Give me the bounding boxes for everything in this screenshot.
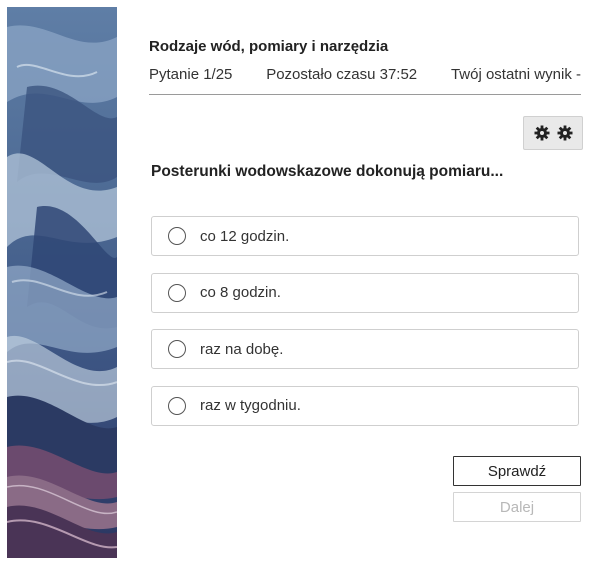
answer-list: co 12 godzin. co 8 godzin. raz na dobę. … bbox=[151, 216, 579, 442]
radio-button[interactable] bbox=[168, 227, 186, 245]
answer-label: raz na dobę. bbox=[200, 340, 284, 358]
settings-button[interactable] bbox=[523, 116, 583, 150]
quiz-title: Rodzaje wód, pomiary i narzędzia bbox=[149, 38, 389, 55]
quiz-meta-row: Pytanie 1/25 Pozostało czasu 37:52 Twój … bbox=[149, 62, 581, 95]
decorative-side-image bbox=[7, 7, 117, 558]
next-button: Dalej bbox=[453, 492, 581, 522]
answer-option[interactable]: raz na dobę. bbox=[151, 329, 579, 369]
radio-button[interactable] bbox=[168, 283, 186, 302]
answer-option[interactable]: raz w tygodniu. bbox=[151, 385, 579, 426]
answer-option[interactable]: co 8 godzin. bbox=[151, 272, 579, 313]
time-remaining: Pozostało czasu 37:52 bbox=[266, 66, 418, 83]
answer-label: co 12 godzin. bbox=[200, 227, 290, 245]
question-counter: Pytanie 1/25 bbox=[149, 66, 233, 83]
check-button[interactable]: Sprawdź bbox=[453, 456, 581, 486]
radio-button[interactable] bbox=[168, 396, 186, 415]
question-text: Posterunki wodowskazowe dokonują pomiaru… bbox=[151, 163, 504, 180]
answer-option[interactable]: co 12 godzin. bbox=[151, 216, 579, 256]
gear-icon bbox=[557, 125, 572, 141]
answer-label: raz w tygodniu. bbox=[200, 397, 301, 414]
quiz-header: Rodzaje wód, pomiary i narzędzia Pytanie… bbox=[149, 36, 581, 95]
gear-icon bbox=[534, 125, 549, 141]
answer-label: co 8 godzin. bbox=[200, 284, 281, 301]
radio-button[interactable] bbox=[168, 340, 186, 358]
last-score: Twój ostatni wynik - bbox=[450, 66, 581, 83]
